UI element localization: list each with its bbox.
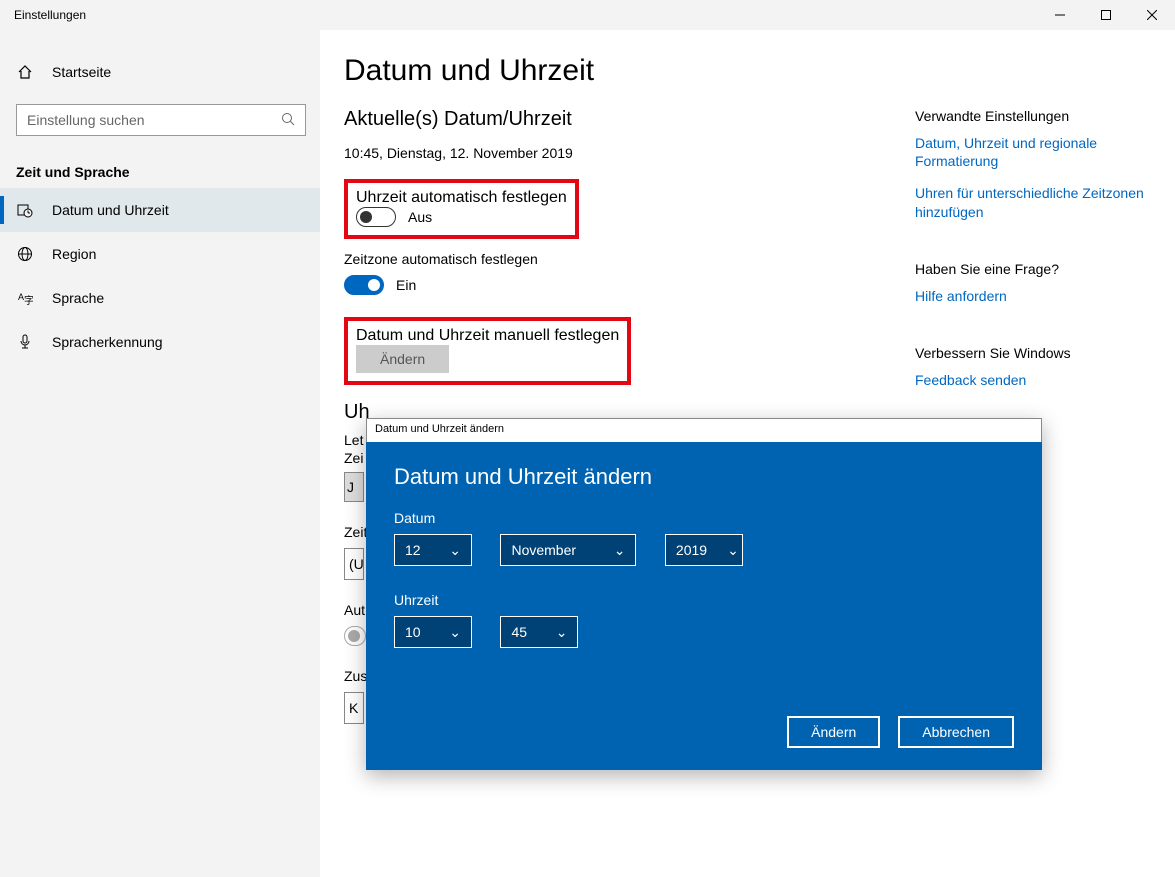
sidebar-item-label: Sprache: [52, 290, 104, 306]
dst-toggle[interactable]: [344, 626, 366, 646]
right-column: Verwandte Einstellungen Datum, Uhrzeit u…: [915, 92, 1155, 403]
sidebar-item-speech[interactable]: Spracherkennung: [0, 320, 320, 364]
manual-label: Datum und Uhrzeit manuell festlegen: [356, 327, 619, 345]
date-label: Datum: [394, 510, 1014, 526]
minimize-button[interactable]: [1037, 0, 1083, 30]
link-feedback[interactable]: Feedback senden: [915, 371, 1155, 389]
microphone-icon: [16, 333, 34, 351]
auto-tz-state: Ein: [396, 277, 416, 293]
hour-select[interactable]: 10⌄: [394, 616, 472, 648]
sidebar-item-label: Datum und Uhrzeit: [52, 202, 169, 218]
dialog-titlebar: Datum und Uhrzeit ändern: [366, 418, 1042, 442]
auto-time-state: Aus: [408, 209, 432, 225]
sidebar-item-datetime[interactable]: Datum und Uhrzeit: [0, 188, 320, 232]
tz-select[interactable]: (U: [344, 548, 364, 580]
sidebar: Startseite Einstellung suchen Zeit und S…: [0, 30, 320, 877]
language-icon: A字: [16, 289, 34, 307]
extra-select[interactable]: K: [344, 692, 364, 724]
auto-time-label: Uhrzeit automatisch festlegen: [356, 189, 567, 207]
sidebar-home-label: Startseite: [52, 64, 111, 80]
related-header: Verwandte Einstellungen: [915, 108, 1155, 124]
sidebar-item-label: Spracherkennung: [52, 334, 163, 350]
sidebar-item-language[interactable]: A字 Sprache: [0, 276, 320, 320]
chevron-down-icon: ⌄: [547, 624, 567, 641]
sidebar-home[interactable]: Startseite: [0, 52, 320, 92]
svg-text:字: 字: [24, 294, 33, 306]
close-button[interactable]: [1129, 0, 1175, 30]
search-icon: [281, 112, 295, 129]
year-select[interactable]: 2019⌄: [665, 534, 743, 566]
home-icon: [16, 63, 34, 81]
page-title: Datum und Uhrzeit: [344, 54, 1151, 88]
link-help[interactable]: Hilfe anfordern: [915, 287, 1155, 305]
highlight-manual: Datum und Uhrzeit manuell festlegen Ände…: [344, 317, 631, 385]
link-clocks[interactable]: Uhren für unterschiedliche Zeitzonen hin…: [915, 184, 1155, 220]
datetime-icon: [16, 201, 34, 219]
link-format[interactable]: Datum, Uhrzeit und regionale Formatierun…: [915, 134, 1155, 170]
chevron-down-icon: ⌄: [441, 624, 461, 641]
maximize-button[interactable]: [1083, 0, 1129, 30]
question-header: Haben Sie eine Frage?: [915, 261, 1155, 277]
change-button[interactable]: Ändern: [356, 345, 449, 373]
change-dialog: Datum und Uhrzeit ändern Datum und Uhrze…: [366, 418, 1042, 770]
month-select[interactable]: November⌄: [500, 534, 636, 566]
sync-button[interactable]: J: [344, 472, 364, 502]
globe-icon: [16, 245, 34, 263]
sidebar-section: Zeit und Sprache: [0, 148, 320, 188]
day-select[interactable]: 12⌄: [394, 534, 472, 566]
highlight-auto-time: Uhrzeit automatisch festlegen Aus: [344, 179, 579, 239]
search-input[interactable]: Einstellung suchen: [16, 104, 306, 136]
auto-time-toggle[interactable]: [356, 207, 396, 227]
dialog-title: Datum und Uhrzeit ändern: [394, 464, 1014, 490]
dialog-ok-button[interactable]: Ändern: [787, 716, 880, 748]
auto-tz-toggle[interactable]: [344, 275, 384, 295]
chevron-down-icon: ⌄: [596, 542, 625, 559]
chevron-down-icon: ⌄: [441, 542, 461, 559]
time-label: Uhrzeit: [394, 592, 1014, 608]
title-bar: Einstellungen: [0, 0, 1175, 30]
search-placeholder: Einstellung suchen: [27, 112, 145, 128]
chevron-down-icon: ⌄: [727, 542, 739, 559]
improve-header: Verbessern Sie Windows: [915, 345, 1155, 361]
dialog-cancel-button[interactable]: Abbrechen: [898, 716, 1014, 748]
sidebar-item-label: Region: [52, 246, 96, 262]
minute-select[interactable]: 45⌄: [500, 616, 578, 648]
window-title: Einstellungen: [14, 8, 86, 22]
sidebar-item-region[interactable]: Region: [0, 232, 320, 276]
